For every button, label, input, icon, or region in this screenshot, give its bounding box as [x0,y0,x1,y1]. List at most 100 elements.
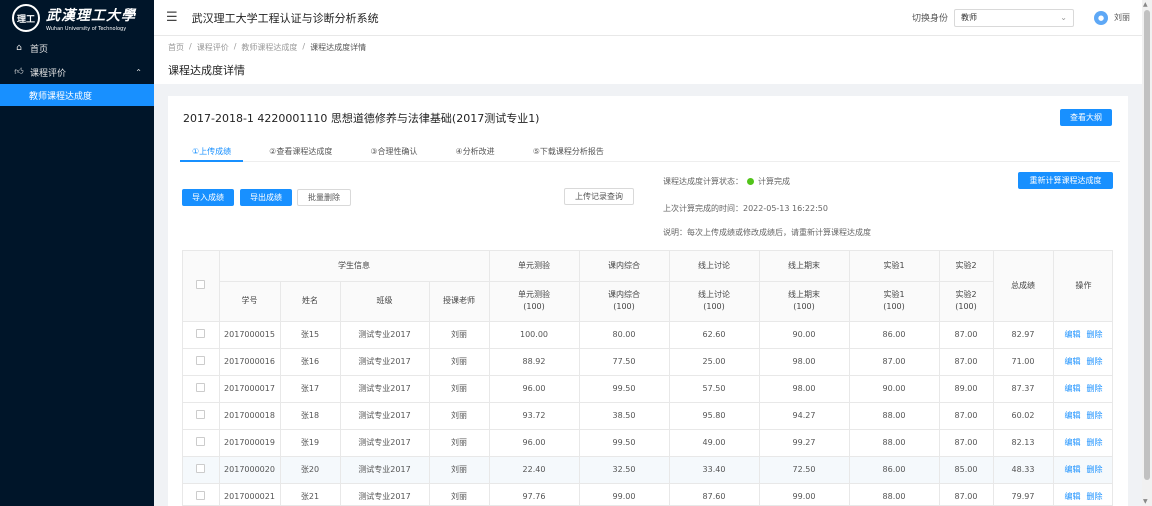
tab-download-report[interactable]: ⑤下载课程分析报告 [521,142,616,162]
batch-delete-button[interactable]: 批量删除 [297,189,351,206]
breadcrumb-teacher-attainment[interactable]: 教师课程达成度 [241,42,297,53]
row-checkbox[interactable] [196,356,206,365]
row-select-cell [183,456,220,484]
edit-link[interactable]: 编辑 [1065,411,1081,420]
breadcrumb: 首页 / 课程评价 / 教师课程达成度 / 课程达成度详情 [168,42,367,53]
role-select-value: 教师 [961,13,977,22]
table-cell: 87.00 [939,402,994,430]
delete-link[interactable]: 删除 [1087,438,1103,447]
row-actions: 编辑 删除 [1053,402,1112,430]
table-row: 2017000018 张18 测试专业2017 刘丽 93.72 38.50 95.80 94… [183,402,1112,430]
import-scores-button[interactable]: 导入成绩 [182,189,234,206]
select-all-cell [183,251,220,322]
row-checkbox[interactable] [196,491,206,500]
table-cell: 88.00 [849,483,940,505]
chevron-up-icon: ⌃ [135,67,142,77]
delete-link[interactable]: 删除 [1087,384,1103,393]
table-cell: 95.80 [669,402,760,430]
scroll-thumb[interactable] [1144,10,1150,480]
status-dot-icon [747,178,754,185]
row-checkbox[interactable] [196,329,206,338]
edit-link[interactable]: 编辑 [1065,465,1081,474]
select-all-checkbox[interactable] [196,280,206,290]
avatar[interactable]: ● [1094,10,1108,25]
tab-view-attainment[interactable]: ②查看课程达成度 [257,142,344,162]
upload-log-button[interactable]: 上传记录查询 [564,188,634,205]
view-outline-button[interactable]: 查看大纲 [1060,109,1112,126]
sidebar-item-label: 教师课程达成度 [29,91,93,102]
tab-upload-scores[interactable]: ①上传成绩 [180,142,244,162]
recalculate-button[interactable]: 重新计算课程达成度 [1018,172,1113,189]
table-cell: 48.33 [993,456,1054,484]
sidebar: 理工 武漢理工大學 Wuhan University of Technology… [0,0,154,506]
table-cell: 测试专业2017 [340,348,430,376]
row-checkbox[interactable] [196,383,206,392]
table-row: 2017000019 张19 测试专业2017 刘丽 96.00 99.50 49.00 99… [183,429,1112,457]
table-cell: 88.00 [849,429,940,457]
breadcrumb-home[interactable]: 首页 [168,42,184,53]
delete-link[interactable]: 删除 [1087,465,1103,474]
logo-english-name: Wuhan University of Technology [46,25,127,32]
table-cell: 77.50 [579,348,670,376]
menu-toggle-icon[interactable]: ☰ [166,10,178,25]
table-cell: 60.02 [993,402,1054,430]
table-cell: 97.76 [489,483,580,505]
page-scrollbar[interactable]: ▲ ▼ [1142,0,1152,506]
edit-link[interactable]: 编辑 [1065,438,1081,447]
row-checkbox[interactable] [196,464,206,473]
table-cell: 93.72 [489,402,580,430]
user-name[interactable]: 刘丽 [1114,12,1130,23]
score-col-header: 线上期末 (100) [759,281,850,322]
page-header: 首页 / 课程评价 / 教师课程达成度 / 课程达成度详情 课程达成度详情 [154,36,1142,84]
edit-link[interactable]: 编辑 [1065,492,1081,501]
university-logo[interactable]: 理工 武漢理工大學 Wuhan University of Technology [0,0,154,36]
edit-link[interactable]: 编辑 [1065,330,1081,339]
score-col-header: 线上讨论 (100) [669,281,760,322]
edit-link[interactable]: 编辑 [1065,384,1081,393]
table-cell: 86.00 [849,321,940,349]
delete-link[interactable]: 删除 [1087,411,1103,420]
table-row: 2017000020 张20 测试专业2017 刘丽 22.40 32.50 33.40 72… [183,456,1112,484]
row-checkbox[interactable] [196,437,206,446]
table-cell: 刘丽 [429,429,490,457]
calc-status-label: 课程达成度计算状态： [663,177,743,186]
table-cell: 测试专业2017 [340,402,430,430]
table-cell: 2017000017 [219,375,281,403]
home-icon: ⌂ [16,43,22,53]
table-cell: 85.00 [939,456,994,484]
top-header: ☰ 武汉理工大学工程认证与诊断分析系统 切换身份 教师 ⌄ ● 刘丽 [154,0,1142,36]
table-cell: 测试专业2017 [340,429,430,457]
sidebar-item-course-eval[interactable]: 👍︎ 课程评价 ⌃ [0,60,154,84]
breadcrumb-course-eval[interactable]: 课程评价 [197,42,229,53]
export-scores-button[interactable]: 导出成绩 [240,189,292,206]
tab-analysis-improve[interactable]: ④分析改进 [444,142,507,162]
sidebar-item-home[interactable]: ⌂ 首页 [0,36,154,60]
group-header: 线上期末 [759,251,850,282]
row-checkbox[interactable] [196,410,206,419]
table-cell: 90.00 [849,375,940,403]
op-header: 操作 [1053,251,1112,322]
table-cell: 62.60 [669,321,760,349]
scroll-up-icon[interactable]: ▲ [1143,1,1148,8]
table-cell: 87.00 [849,348,940,376]
table-cell: 99.50 [579,429,670,457]
table-cell: 90.00 [759,321,850,349]
tab-rationality-check[interactable]: ③合理性确认 [358,142,429,162]
table-cell: 94.27 [759,402,850,430]
table-row: 2017000015 张15 测试专业2017 刘丽 100.00 80.00 62.60 9… [183,321,1112,349]
scroll-down-icon[interactable]: ▼ [1143,498,1148,505]
delete-link[interactable]: 删除 [1087,357,1103,366]
delete-link[interactable]: 删除 [1087,492,1103,501]
row-select-cell [183,375,220,403]
edit-link[interactable]: 编辑 [1065,357,1081,366]
delete-link[interactable]: 删除 [1087,330,1103,339]
role-select[interactable]: 教师 ⌄ [954,8,1074,27]
table-cell: 80.00 [579,321,670,349]
table-cell: 测试专业2017 [340,483,430,505]
sidebar-item-teacher-attainment[interactable]: 教师课程达成度 [0,84,154,106]
row-actions: 编辑 删除 [1053,429,1112,457]
table-cell: 82.13 [993,429,1054,457]
student-info-header: 学生信息 [219,251,490,282]
table-cell: 刘丽 [429,483,490,505]
table-cell: 32.50 [579,456,670,484]
